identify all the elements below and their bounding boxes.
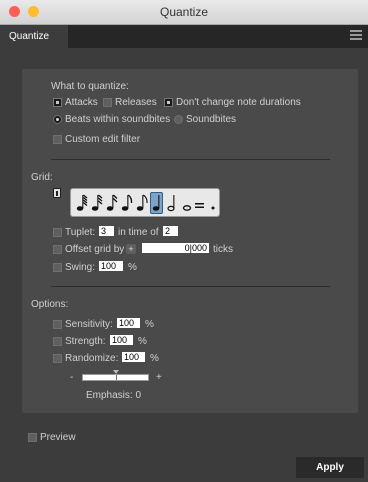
sixty-fourth-note-icon[interactable] [76, 194, 88, 212]
sixteenth-note-icon[interactable] [106, 194, 118, 212]
swing-field[interactable]: 100 [99, 261, 123, 271]
randomize-checkbox[interactable] [53, 354, 62, 363]
releases-label: Releases [115, 97, 157, 108]
randomize-percent-label: % [150, 353, 159, 364]
emphasis-slider-handle[interactable] [112, 370, 119, 374]
tuplet-time-of-field[interactable]: 2 [163, 226, 178, 236]
thirty-second-note-icon[interactable] [91, 194, 103, 212]
sensitivity-field[interactable]: 100 [117, 318, 140, 328]
quarter-note-icon[interactable] [151, 194, 163, 212]
preview-label: Preview [40, 432, 76, 443]
tuplet-checkbox[interactable] [53, 228, 62, 237]
half-note-icon[interactable] [167, 194, 179, 212]
offset-ticks-label: ticks [213, 244, 233, 255]
emphasis-value-label: Emphasis: 0 [86, 390, 142, 401]
swing-label: Swing: [65, 262, 96, 273]
offset-grid-label: Offset grid by [65, 244, 125, 255]
beats-within-soundbites-radio[interactable] [53, 115, 62, 124]
beats-within-soundbites-label: Beats within soundbites [65, 114, 171, 125]
hamburger-menu-icon[interactable] [350, 30, 362, 42]
what-to-quantize-heading: What to quantize: [51, 81, 129, 92]
sensitivity-percent-label: % [145, 319, 154, 330]
emphasis-plus-label: + [156, 372, 162, 383]
tab-quantize[interactable]: Quantize [0, 25, 68, 48]
releases-checkbox[interactable] [103, 98, 112, 107]
tuplet-label: Tuplet: [65, 227, 96, 238]
soundbites-label: Soundbites [186, 114, 237, 125]
sensitivity-label: Sensitivity: [65, 319, 113, 330]
swing-checkbox[interactable] [53, 263, 62, 272]
emphasis-minus-label: - [70, 372, 74, 383]
grid-heading: Grid: [31, 172, 53, 183]
divider [51, 159, 330, 160]
strength-label: Strength: [65, 336, 106, 347]
dont-change-durations-label: Don't change note durations [176, 97, 301, 108]
note-value-selector[interactable] [70, 188, 220, 217]
window-title: Quantize [159, 5, 209, 19]
randomize-label: Randomize: [65, 353, 119, 364]
grid-lock-icon[interactable] [53, 188, 61, 198]
eighth-note-icon[interactable] [121, 194, 133, 212]
swing-percent-label: % [128, 262, 137, 273]
apply-button[interactable]: Apply [296, 457, 364, 478]
randomize-field[interactable]: 100 [122, 352, 145, 362]
offset-grid-field[interactable]: 0|000 [142, 243, 209, 253]
dotted-note-icon[interactable] [207, 194, 219, 212]
double-whole-note-icon[interactable] [194, 194, 206, 212]
attacks-checkbox[interactable] [53, 98, 62, 107]
attacks-label: Attacks [65, 97, 98, 108]
eighth-note-alt-icon[interactable] [136, 194, 148, 212]
emphasis-center-tick [115, 375, 117, 380]
divider [51, 286, 330, 287]
tuplet-in-time-of-label: in time of [118, 227, 159, 238]
offset-grid-checkbox[interactable] [53, 245, 62, 254]
sensitivity-checkbox[interactable] [53, 320, 62, 329]
preview-checkbox[interactable] [28, 433, 37, 442]
custom-edit-filter-checkbox[interactable] [53, 135, 62, 144]
strength-checkbox[interactable] [53, 337, 62, 346]
strength-percent-label: % [138, 336, 147, 347]
options-heading: Options: [31, 299, 69, 310]
dont-change-durations-checkbox[interactable] [164, 98, 173, 107]
tuplet-count-field[interactable]: 3 [99, 226, 114, 236]
soundbites-radio[interactable] [174, 115, 183, 124]
offset-stepper-icon[interactable]: + [126, 244, 136, 254]
strength-field[interactable]: 100 [110, 335, 133, 345]
whole-note-icon[interactable] [181, 194, 193, 212]
custom-edit-filter-label: Custom edit filter [65, 134, 141, 145]
